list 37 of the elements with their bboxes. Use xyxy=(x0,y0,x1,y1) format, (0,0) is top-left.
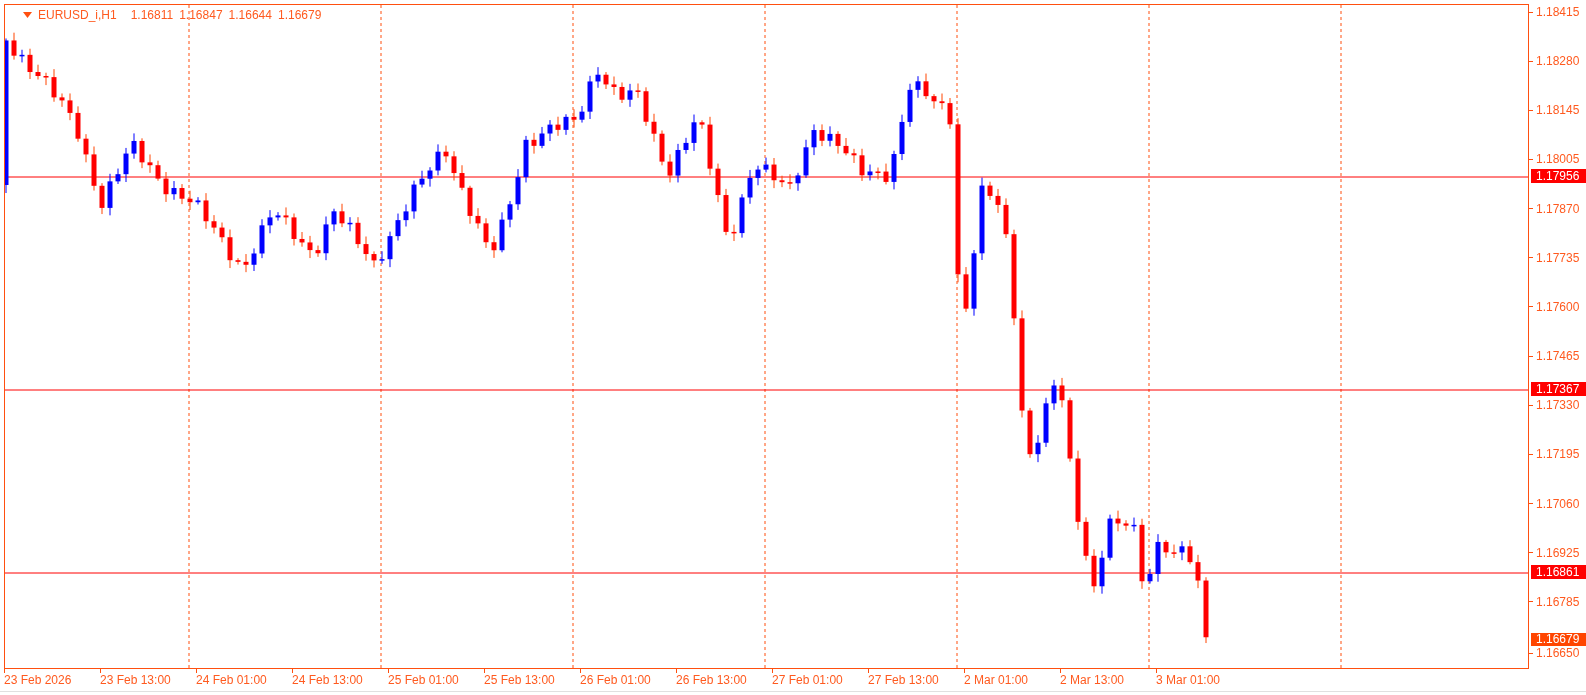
quote-value: 1.16679 xyxy=(277,8,322,22)
price-label: 1.18415 xyxy=(1536,6,1580,18)
price-label: 1.17870 xyxy=(1536,202,1580,215)
price-label: 1.18145 xyxy=(1536,104,1580,117)
time-label: 26 Feb 01:00 xyxy=(580,673,652,687)
price-label: 1.17600 xyxy=(1536,300,1580,313)
price-label: 1.17465 xyxy=(1536,350,1580,363)
current-price-tag: 1.16679 xyxy=(1531,633,1586,646)
time-label: 2 Mar 01:00 xyxy=(964,673,1030,687)
time-label: 2 Mar 13:00 xyxy=(1060,673,1126,687)
time-label: 24 Feb 01:00 xyxy=(196,673,268,687)
time-label: 24 Feb 13:00 xyxy=(292,673,364,687)
price-level-tag: 1.16861 xyxy=(1531,565,1586,579)
time-label: 23 Feb 2026 xyxy=(4,673,73,687)
price-label: 1.16925 xyxy=(1536,546,1580,559)
price-label: 1.17735 xyxy=(1536,251,1580,264)
time-label: 26 Feb 13:00 xyxy=(676,673,748,687)
price-label: 1.16785 xyxy=(1536,595,1580,608)
time-label: 23 Feb 13:00 xyxy=(100,673,172,687)
time-label: 3 Mar 01:00 xyxy=(1156,673,1222,687)
price-level-tag: 1.17956 xyxy=(1531,169,1586,183)
time-label: 25 Feb 13:00 xyxy=(484,673,556,687)
price-level-tag: 1.17367 xyxy=(1531,382,1586,396)
dropdown-triangle-icon[interactable] xyxy=(23,12,32,18)
price-label: 1.16650 xyxy=(1536,647,1580,659)
quote-value: 1.16811 xyxy=(130,8,174,22)
price-label: 1.17195 xyxy=(1536,448,1580,461)
price-label: 1.18280 xyxy=(1536,55,1580,68)
price-label: 1.17330 xyxy=(1536,399,1580,412)
quote-value: 1.16847 xyxy=(179,8,223,22)
time-label: 25 Feb 01:00 xyxy=(388,673,460,687)
symbol-label: EURUSD_i,H1 xyxy=(38,8,117,22)
time-label: 27 Feb 01:00 xyxy=(772,673,844,687)
quote-value: 1.16644 xyxy=(228,8,272,22)
time-label: 27 Feb 13:00 xyxy=(868,673,940,687)
price-label: 1.17060 xyxy=(1536,497,1580,510)
price-label: 1.18005 xyxy=(1536,153,1580,166)
